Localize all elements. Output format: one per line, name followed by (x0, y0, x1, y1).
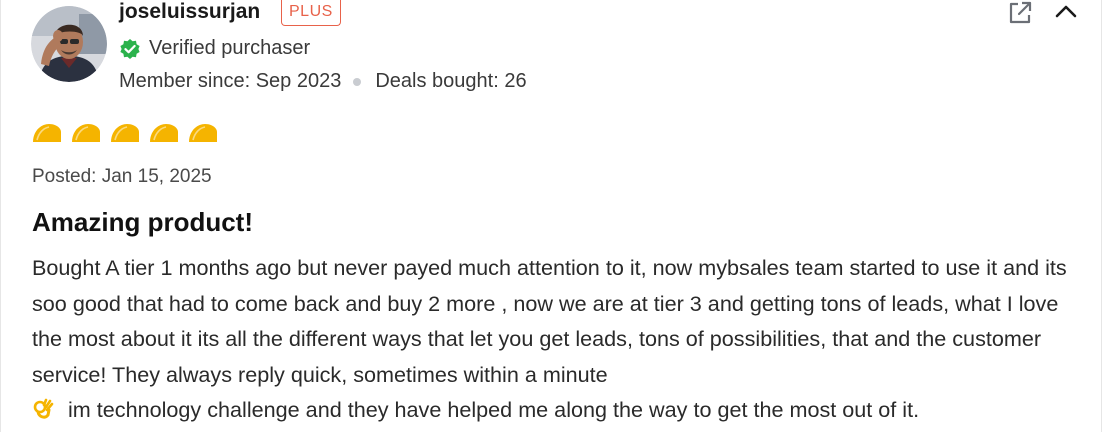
review-body: Bought A tier 1 months ago but never pay… (32, 250, 1082, 428)
member-since: Member since: Sep 2023 (119, 70, 342, 92)
taco-icon (111, 124, 139, 142)
taco-icon (72, 124, 100, 142)
verified-label: Verified purchaser (149, 37, 311, 59)
separator-dot (353, 77, 362, 86)
taco-icon (189, 124, 217, 142)
member-info: Member since: Sep 2023 Deals bought: 26 (119, 70, 527, 93)
verified-purchaser: Verified purchaser (119, 37, 310, 60)
posted-date: Posted: Jan 15, 2025 (32, 166, 212, 187)
reviewer-username[interactable]: joseluissurjan (119, 0, 260, 25)
taco-icon (150, 124, 178, 142)
review-card: joseluissurjan PLUS Verified purchaser M… (0, 0, 1102, 432)
chevron-up-icon[interactable] (1053, 0, 1079, 26)
review-body-main: Bought A tier 1 months ago but never pay… (32, 255, 1067, 387)
review-title: Amazing product! (32, 207, 253, 237)
plus-badge: PLUS (281, 0, 341, 26)
review-body-tail: im technology challenge and they have he… (68, 397, 920, 422)
verified-check-icon (120, 38, 140, 59)
avatar-photo-icon (31, 6, 107, 82)
taco-icon (33, 124, 61, 142)
external-link-icon[interactable] (1007, 0, 1033, 26)
review-actions (1007, 0, 1079, 26)
reviewer-avatar[interactable] (31, 6, 107, 82)
ok-hand-emoji-icon (33, 398, 54, 419)
taco-rating (31, 122, 219, 144)
deals-bought: Deals bought: 26 (375, 70, 527, 92)
